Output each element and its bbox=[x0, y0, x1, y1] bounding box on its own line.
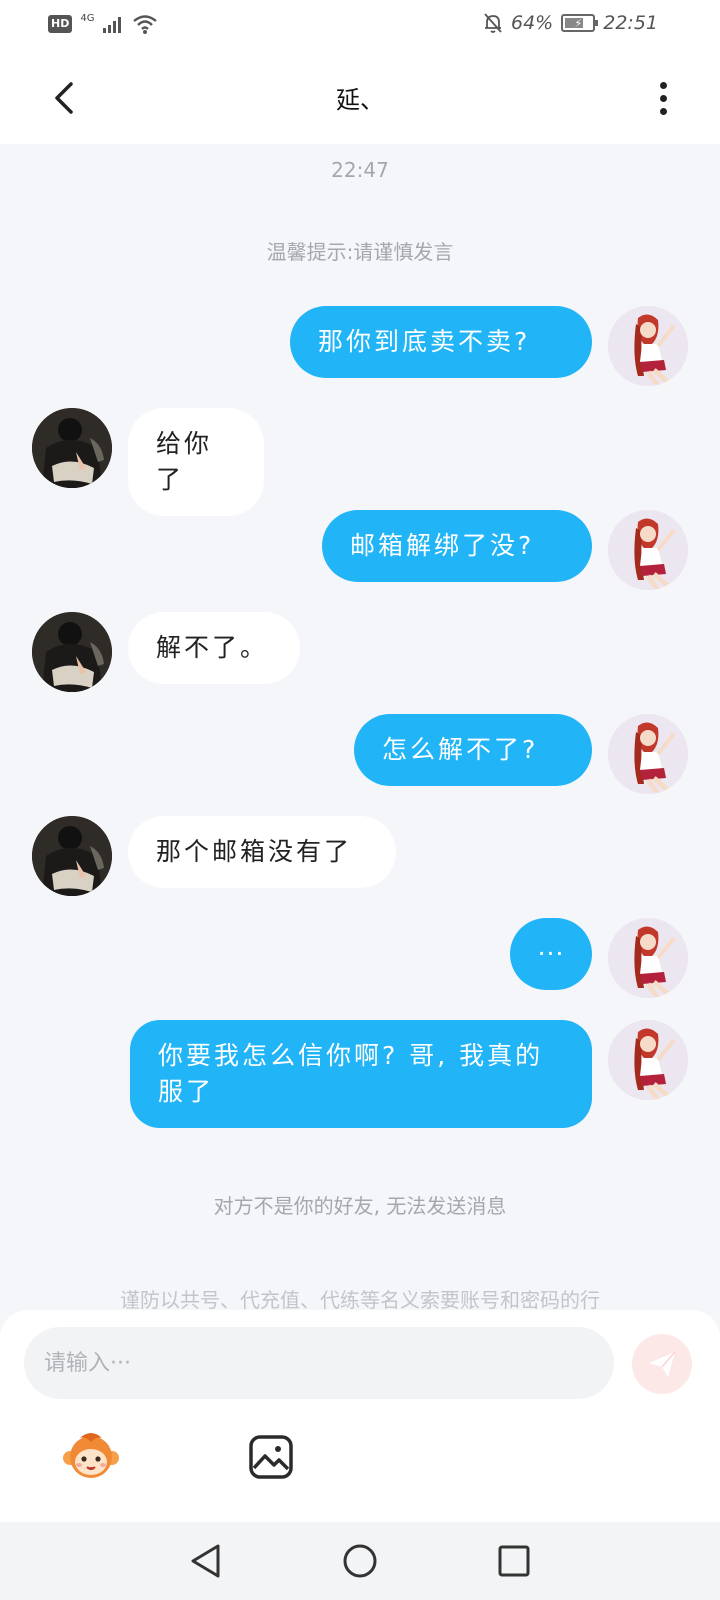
person-photo-avatar-icon bbox=[32, 612, 112, 692]
nav-recents-button[interactable] bbox=[492, 1539, 536, 1583]
contact-avatar[interactable] bbox=[32, 612, 112, 692]
my-avatar[interactable] bbox=[608, 1020, 688, 1100]
my-avatar[interactable] bbox=[608, 714, 688, 794]
monkey-face-icon bbox=[63, 1433, 119, 1478]
incoming-message-bubble[interactable]: 解不了。 bbox=[128, 612, 300, 684]
outgoing-message-bubble[interactable]: 那你到底卖不卖? bbox=[290, 306, 592, 378]
outgoing-message-bubble[interactable]: 怎么解不了? bbox=[354, 714, 592, 786]
my-avatar[interactable] bbox=[608, 306, 688, 386]
sticker-button[interactable] bbox=[62, 1430, 120, 1482]
anime-girl-avatar-icon bbox=[608, 306, 688, 386]
triangle-back-icon bbox=[191, 1544, 220, 1578]
person-photo-avatar-icon bbox=[32, 816, 112, 896]
more-options-button[interactable] bbox=[648, 76, 678, 120]
anime-girl-avatar-icon bbox=[608, 714, 688, 794]
paper-plane-icon bbox=[649, 1351, 676, 1377]
message-input[interactable] bbox=[24, 1327, 614, 1399]
anime-girl-avatar-icon bbox=[608, 510, 688, 590]
my-avatar[interactable] bbox=[608, 918, 688, 998]
input-panel bbox=[0, 1310, 720, 1522]
security-warning: 谨防以共号、代充值、代练等名义索要账号和密码的行 bbox=[120, 1288, 600, 1310]
outgoing-message-bubble[interactable]: 邮箱解绑了没? bbox=[322, 510, 592, 582]
outgoing-message-bubble[interactable]: 你要我怎么信你啊? 哥, 我真的服了 bbox=[130, 1020, 592, 1128]
anime-girl-avatar-icon bbox=[608, 1020, 688, 1100]
send-button[interactable] bbox=[632, 1334, 692, 1394]
nav-back-button[interactable] bbox=[184, 1539, 228, 1583]
battery-icon: ⚡ bbox=[561, 14, 599, 32]
safety-notice: 温馨提示:请谨慎发言 bbox=[266, 240, 454, 264]
network-type: 4G bbox=[80, 12, 95, 24]
circle-home-icon bbox=[343, 1544, 377, 1578]
nav-home-button[interactable] bbox=[338, 1539, 382, 1583]
anime-girl-avatar-icon bbox=[608, 918, 688, 998]
status-bar: HD 4G 64% ⚡ 22:51 bbox=[0, 0, 720, 50]
outgoing-message-bubble[interactable]: ··· bbox=[510, 918, 592, 990]
incoming-message-bubble[interactable]: 给你了 bbox=[128, 408, 264, 516]
square-recents-icon bbox=[498, 1545, 530, 1577]
contact-avatar[interactable] bbox=[32, 816, 112, 896]
image-icon bbox=[249, 1435, 293, 1479]
contact-avatar[interactable] bbox=[32, 408, 112, 488]
wifi-icon bbox=[133, 15, 158, 34]
incoming-message-bubble[interactable]: 那个邮箱没有了 bbox=[128, 816, 396, 888]
chat-header: 延、 bbox=[0, 50, 720, 144]
person-photo-avatar-icon bbox=[32, 408, 112, 488]
more-dot-icon bbox=[659, 81, 667, 89]
chat-title: 延、 bbox=[336, 86, 384, 114]
clock: 22:51 bbox=[603, 12, 658, 34]
status-left: HD 4G bbox=[48, 13, 158, 35]
status-right: 64% ⚡ 22:51 bbox=[483, 12, 658, 34]
battery-percent: 64% bbox=[511, 12, 554, 34]
system-message: 对方不是你的好友, 无法发送消息 bbox=[213, 1194, 507, 1218]
image-button[interactable] bbox=[248, 1434, 294, 1480]
more-dot-icon bbox=[659, 94, 667, 102]
more-dot-icon bbox=[659, 107, 667, 115]
signal-icon bbox=[103, 17, 122, 33]
system-navigation-bar bbox=[0, 1522, 720, 1600]
hd-badge: HD bbox=[48, 15, 73, 33]
my-avatar[interactable] bbox=[608, 510, 688, 590]
bell-off-icon bbox=[484, 13, 502, 33]
message-timestamp: 22:47 bbox=[331, 158, 389, 182]
